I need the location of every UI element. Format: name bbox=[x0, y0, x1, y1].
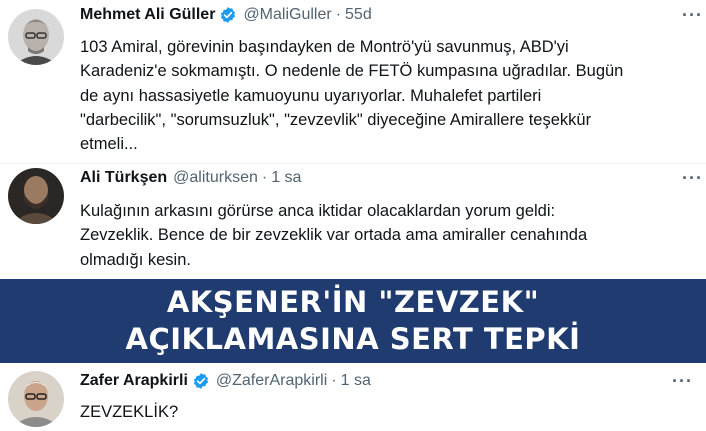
avatar[interactable] bbox=[8, 9, 64, 65]
tweet-text: Kulağının arkasını görürse anca iktidar … bbox=[80, 199, 587, 272]
headline-line-2: AÇIKLAMASINA SERT TEPKİ bbox=[125, 322, 581, 356]
tweet-text-line: Zevzeklik. Bence de bir zevzeklik var or… bbox=[80, 226, 588, 245]
headline-line-1: AKŞENER'İN "ZEVZEK" bbox=[166, 285, 540, 319]
author-handle[interactable]: @ZaferArapkirli bbox=[216, 372, 327, 390]
tweet-text-line: olmadığı kesin. bbox=[80, 250, 191, 269]
separator-dot: · bbox=[335, 6, 342, 23]
tweet-text-line: 103 Amiral, görevinin başındayken de Mon… bbox=[80, 38, 569, 56]
more-options-icon[interactable]: ··· bbox=[682, 168, 703, 189]
avatar[interactable] bbox=[8, 168, 64, 224]
tweet-text: ZEVZEKLİK? bbox=[80, 400, 178, 424]
tweet-header: Ali Türkşen @aliturksen · 1 sa bbox=[80, 169, 301, 187]
verified-badge-icon bbox=[192, 372, 210, 390]
tweet-text: 103 Amiral, görevinin başındayken de Mon… bbox=[80, 35, 623, 156]
author-handle[interactable]: @MaliGuller bbox=[243, 6, 331, 24]
tweet-time[interactable]: 1 sa bbox=[271, 169, 301, 187]
tweet-text-line: de aynı hassasiyetle kamuoyunu uyarıyorl… bbox=[80, 86, 542, 105]
tweet-time[interactable]: 1 sa bbox=[341, 372, 371, 390]
more-options-icon[interactable]: ··· bbox=[672, 371, 693, 392]
tweet-text-line: ZEVZEKLİK? bbox=[80, 403, 179, 421]
tweet-text-line: "darbecilik", "sorumsuzluk", "zevzevlik"… bbox=[80, 110, 592, 129]
tweet-header: Zafer Arapkirli @ZaferArapkirli · 1 sa bbox=[80, 372, 371, 390]
tweet-ali-turksen[interactable]: Ali Türkşen @aliturksen · 1 sa ··· Kulağ… bbox=[0, 164, 706, 279]
headline-banner: AKŞENER'İN "ZEVZEK" AÇIKLAMASINA SERT TE… bbox=[0, 279, 706, 363]
tweet-text-line: Kulağının arkasını görürse anca iktidar … bbox=[80, 202, 556, 220]
author-name[interactable]: Mehmet Ali Güller bbox=[80, 6, 215, 24]
separator-dot: · bbox=[261, 169, 268, 186]
author-name[interactable]: Ali Türkşen bbox=[80, 169, 167, 187]
avatar-image bbox=[8, 9, 64, 65]
tweet-time[interactable]: 55d bbox=[345, 6, 372, 24]
avatar[interactable] bbox=[8, 371, 64, 427]
avatar-image bbox=[8, 371, 64, 427]
avatar-image bbox=[8, 168, 64, 224]
tweet-mehmet-ali-guller[interactable]: Mehmet Ali Güller @MaliGuller · 55d ··· … bbox=[0, 0, 706, 164]
tweet-text-line: etmeli... bbox=[80, 135, 138, 154]
more-options-icon[interactable]: ··· bbox=[682, 5, 703, 26]
tweet-text-line: Karadeniz'e sokmamıştı. O nedenle de FET… bbox=[80, 62, 624, 81]
tweet-zafer-arapkirli[interactable]: Zafer Arapkirli @ZaferArapkirli · 1 sa ·… bbox=[0, 363, 706, 431]
author-handle[interactable]: @aliturksen bbox=[173, 169, 258, 187]
verified-badge-icon bbox=[219, 6, 237, 24]
author-name[interactable]: Zafer Arapkirli bbox=[80, 372, 188, 390]
tweet-header: Mehmet Ali Güller @MaliGuller · 55d bbox=[80, 6, 372, 24]
separator-dot: · bbox=[331, 372, 337, 389]
